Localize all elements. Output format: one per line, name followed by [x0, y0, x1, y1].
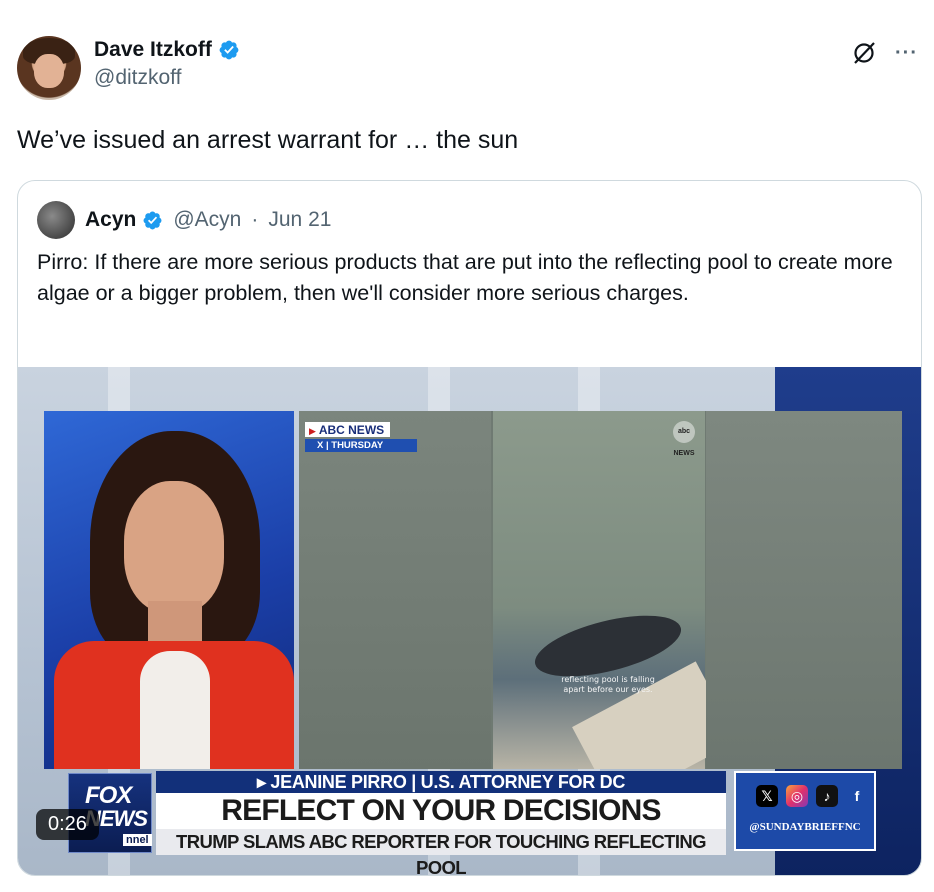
- facebook-icon: f: [854, 788, 860, 804]
- abc-tag-line2: X | THURSDAY: [305, 439, 417, 452]
- quoted-post-text: Pirro: If there are more serious product…: [37, 250, 893, 305]
- author-handle[interactable]: @ditzkoff: [94, 66, 240, 90]
- post-top-actions: ···: [851, 40, 918, 66]
- lower-third-subheadline: TRUMP SLAMS ABC REPORTER FOR TOUCHING RE…: [156, 829, 726, 875]
- fox-logo-channel: nnel: [123, 834, 152, 846]
- post-text: We’ve issued an arrest warrant for … the…: [17, 126, 519, 154]
- news-lower-third: ▸ JEANINE PIRRO | U.S. ATTORNEY FOR DC R…: [156, 771, 730, 875]
- author-name-row: Dave Itzkoff: [94, 38, 240, 62]
- anchor-shirt: [140, 651, 210, 769]
- quoted-author-avatar[interactable]: [37, 201, 75, 239]
- pirro-video-panel: [44, 411, 294, 769]
- quoted-post[interactable]: Acyn @Acyn · Jun 21 Pirro: If there are …: [17, 180, 922, 876]
- quoted-post-header: Acyn @Acyn · Jun 21: [37, 201, 331, 239]
- play-triangle-icon: ▶: [309, 426, 316, 436]
- social-handle-box: 𝕏 ◎ ♪ f @SUNDAYBRIEFFNC: [734, 771, 876, 851]
- verified-badge-icon[interactable]: [142, 210, 163, 231]
- video-player[interactable]: reflecting pool is falling apart before …: [18, 367, 921, 875]
- anchor-face: [124, 481, 224, 613]
- abc-tag-line1-text: ABC NEWS: [318, 423, 385, 437]
- author-name[interactable]: Dave Itzkoff: [94, 38, 212, 62]
- post-author-avatar[interactable]: [17, 36, 81, 100]
- quoted-post-date[interactable]: Jun 21: [268, 208, 331, 232]
- abc-tag-line1: ▶ ABC NEWS: [305, 422, 391, 437]
- abc-news-tag: ▶ ABC NEWS X | THURSDAY: [305, 421, 417, 452]
- abc-logo: abc NEWS: [673, 421, 695, 457]
- quoted-author-name[interactable]: Acyn: [85, 208, 136, 232]
- abc-news-clip-panel: reflecting pool is falling apart before …: [299, 411, 902, 769]
- post-author: Dave Itzkoff @ditzkoff: [94, 38, 240, 90]
- lower-third-name: ▸ JEANINE PIRRO | U.S. ATTORNEY FOR DC: [156, 771, 726, 793]
- clip-caption: reflecting pool is falling apart before …: [561, 675, 655, 694]
- video-duration-badge: 0:26: [36, 809, 99, 840]
- instagram-icon: ◎: [786, 785, 808, 807]
- date-separator: ·: [251, 208, 259, 231]
- verified-badge-icon[interactable]: [218, 39, 240, 61]
- x-logo-icon: 𝕏: [756, 785, 778, 807]
- clip-blur-left: [299, 411, 491, 769]
- more-icon[interactable]: ···: [895, 43, 918, 63]
- quoted-author-handle[interactable]: @Acyn: [173, 208, 241, 232]
- reflecting-pool-footage: reflecting pool is falling apart before …: [493, 411, 738, 769]
- avatar-face: [34, 54, 64, 88]
- social-handle-text: @SUNDAYBRIEFFNC: [749, 821, 861, 833]
- social-icons: 𝕏 ◎ ♪ f: [756, 785, 868, 807]
- tiktok-icon: ♪: [816, 785, 838, 807]
- clip-blur-right: [706, 411, 902, 769]
- lower-third-headline: REFLECT ON YOUR DECISIONS: [156, 793, 726, 829]
- grok-icon[interactable]: [851, 40, 877, 66]
